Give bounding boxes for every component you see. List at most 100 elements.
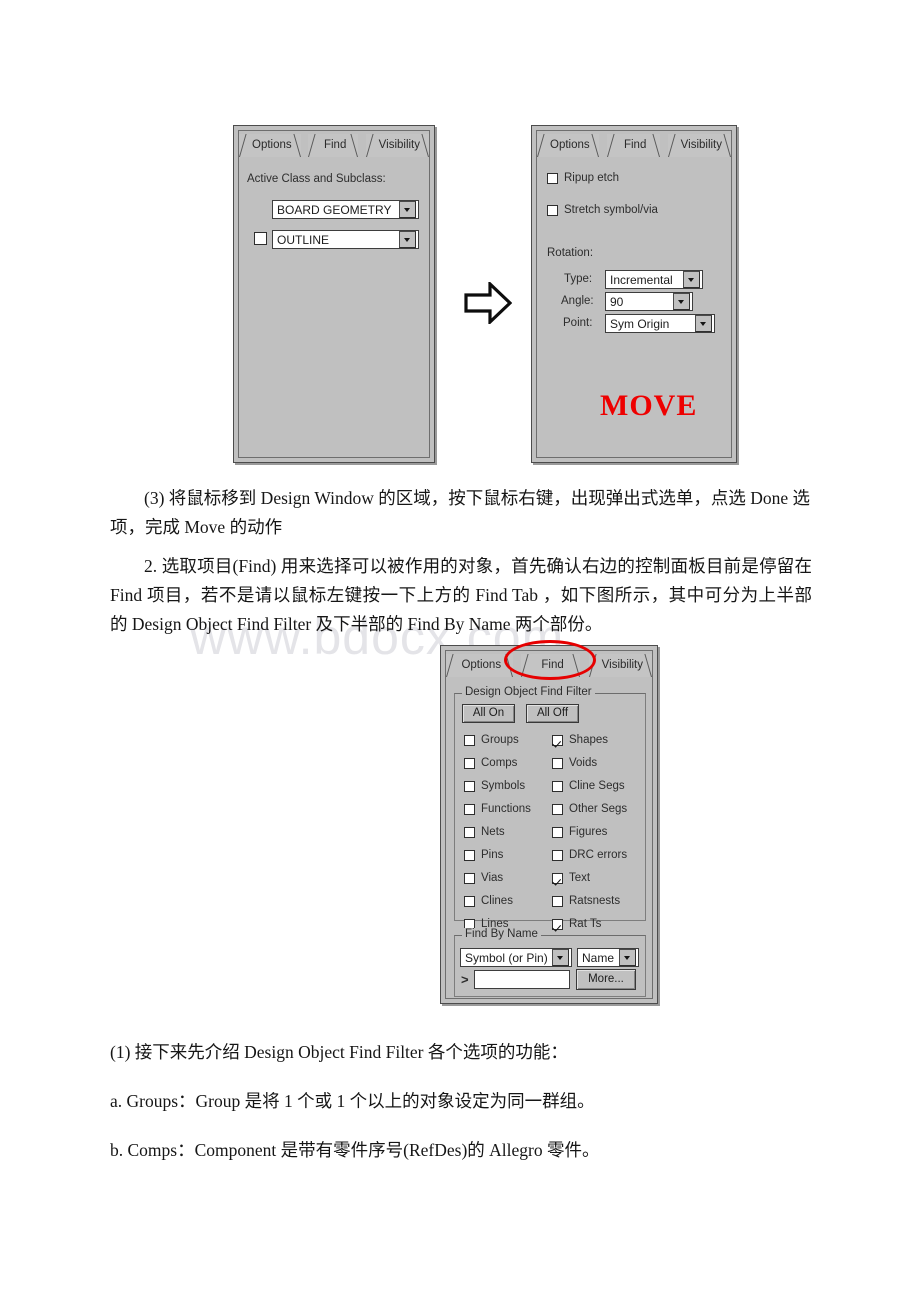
tab-options-label: Options bbox=[550, 139, 590, 151]
rotation-type-combo[interactable]: Incremental bbox=[605, 270, 703, 289]
tab-find[interactable]: Find bbox=[606, 134, 660, 157]
rotation-type-value: Incremental bbox=[610, 272, 673, 287]
find-by-name-input[interactable] bbox=[474, 970, 570, 989]
stretch-symbol-via-checkbox[interactable] bbox=[547, 205, 558, 216]
filter-other-segs-checkbox[interactable] bbox=[552, 804, 563, 815]
find-by-name-match-combo[interactable]: Name bbox=[577, 948, 639, 967]
rotation-point-label: Point: bbox=[563, 317, 593, 329]
rotation-point-value: Sym Origin bbox=[610, 316, 670, 331]
filter-symbols-label: Symbols bbox=[481, 780, 526, 792]
rotation-label: Rotation: bbox=[547, 247, 594, 259]
filter-ratsnests-label: Ratsnests bbox=[569, 895, 621, 907]
find-panel-inner: Options Find Visibility Design Object Fi… bbox=[445, 650, 653, 999]
filter-comps-checkbox[interactable] bbox=[464, 758, 475, 769]
rotation-point-combo[interactable]: Sym Origin bbox=[605, 314, 715, 333]
filter-vias-label: Vias bbox=[481, 872, 504, 884]
filter-text-label: Text bbox=[569, 872, 591, 884]
move-panel-tabstrip: Options Find Visibility bbox=[537, 131, 731, 157]
find-panel: Options Find Visibility Design Object Fi… bbox=[440, 645, 658, 1004]
active-class-combo[interactable]: BOARD GEOMETRY bbox=[272, 200, 419, 219]
ripup-etch-checkbox[interactable] bbox=[547, 173, 558, 184]
paragraph-find-intro: 2. 选取项目(Find) 用来选择可以被作用的对象，首先确认右边的控制面板目前… bbox=[110, 556, 812, 634]
filter-ratsnests-checkbox[interactable] bbox=[552, 896, 563, 907]
rotation-angle-value: 90 bbox=[610, 294, 624, 309]
filter-comps-label: Comps bbox=[481, 757, 518, 769]
filter-drc-errors-label: DRC errors bbox=[569, 849, 628, 861]
filter-pins-checkbox[interactable] bbox=[464, 850, 475, 861]
ripup-etch-label: Ripup etch bbox=[564, 172, 619, 184]
filter-cline-segs-checkbox[interactable] bbox=[552, 781, 563, 792]
filter-groups-label: Groups bbox=[481, 734, 519, 746]
filter-other-segs-label: Other Segs bbox=[569, 803, 628, 815]
more-button-label: More... bbox=[588, 973, 624, 985]
chevron-down-icon[interactable] bbox=[673, 293, 690, 310]
tab-separator bbox=[301, 134, 308, 157]
move-annotation-text: MOVE bbox=[600, 389, 698, 422]
filter-voids-checkbox[interactable] bbox=[552, 758, 563, 769]
filter-clines-checkbox[interactable] bbox=[464, 896, 475, 907]
chevron-down-icon[interactable] bbox=[683, 271, 700, 288]
rotation-angle-combo[interactable]: 90 bbox=[605, 292, 693, 311]
tab-options[interactable]: Options bbox=[537, 134, 599, 157]
tab-visibility[interactable]: Visibility bbox=[588, 654, 652, 677]
all-off-label: All Off bbox=[536, 707, 569, 719]
subclass-combo[interactable]: OUTLINE bbox=[272, 230, 419, 249]
filter-cline-segs-label: Cline Segs bbox=[569, 780, 625, 792]
paragraph-item-groups: a. Groups：Group 是将 1 个或 1 个以上的对象设定为同一群组。 bbox=[110, 1091, 595, 1111]
tab-visibility-label: Visibility bbox=[378, 139, 420, 151]
filter-drc-errors-checkbox[interactable] bbox=[552, 850, 563, 861]
filter-groups-checkbox[interactable] bbox=[464, 735, 475, 746]
find-by-name-type-combo[interactable]: Symbol (or Pin) bbox=[460, 948, 572, 967]
chevron-down-icon[interactable] bbox=[399, 231, 416, 248]
chevron-down-icon[interactable] bbox=[399, 201, 416, 218]
chevron-down-icon[interactable] bbox=[695, 315, 712, 332]
all-on-button[interactable]: All On bbox=[462, 704, 515, 723]
chevron-down-icon[interactable] bbox=[619, 949, 636, 966]
all-off-button[interactable]: All Off bbox=[526, 704, 579, 723]
tab-visibility[interactable]: Visibility bbox=[667, 134, 731, 157]
tab-options-label: Options bbox=[252, 139, 292, 151]
move-options-panel-inner: Options Find Visibility Ripup etch Stret… bbox=[536, 130, 732, 458]
find-by-name-group: Find By Name Symbol (or Pin) Name > More… bbox=[454, 928, 646, 997]
filter-functions-checkbox[interactable] bbox=[464, 804, 475, 815]
filter-shapes-label: Shapes bbox=[569, 734, 609, 746]
tab-visibility-label: Visibility bbox=[601, 659, 643, 671]
active-class-value: BOARD GEOMETRY bbox=[277, 202, 392, 217]
rotation-angle-label: Angle: bbox=[561, 295, 594, 307]
tab-visibility[interactable]: Visibility bbox=[365, 134, 429, 157]
paragraph-item-comps: b. Comps：Component 是带有零件序号(RefDes)的 Alle… bbox=[110, 1140, 600, 1160]
stretch-symbol-via-label: Stretch symbol/via bbox=[564, 204, 658, 216]
filter-shapes-checkbox[interactable] bbox=[552, 735, 563, 746]
all-on-label: All On bbox=[472, 707, 505, 719]
chevron-down-icon[interactable] bbox=[552, 949, 569, 966]
filter-nets-checkbox[interactable] bbox=[464, 827, 475, 838]
find-by-name-expander-icon[interactable]: > bbox=[461, 972, 469, 987]
move-options-panel: Options Find Visibility Ripup etch Stret… bbox=[531, 125, 737, 463]
filter-vias-checkbox[interactable] bbox=[464, 873, 475, 884]
tab-options[interactable]: Options bbox=[446, 654, 513, 677]
filter-rat-ts-label: Rat Ts bbox=[569, 918, 602, 930]
find-tab-highlight-ellipse bbox=[504, 640, 596, 680]
tab-separator bbox=[660, 134, 668, 157]
tab-separator bbox=[599, 134, 607, 157]
tab-options-label: Options bbox=[461, 659, 502, 671]
find-by-name-type-value: Symbol (or Pin) bbox=[465, 950, 548, 965]
filter-rat-ts-checkbox[interactable] bbox=[552, 919, 563, 930]
filter-clines-label: Clines bbox=[481, 895, 513, 907]
subclass-visibility-checkbox[interactable] bbox=[254, 232, 267, 245]
filter-voids-label: Voids bbox=[569, 757, 598, 769]
filter-figures-label: Figures bbox=[569, 826, 608, 838]
tab-find[interactable]: Find bbox=[308, 134, 359, 157]
active-class-label: Active Class and Subclass: bbox=[247, 173, 386, 185]
rotation-type-label: Type: bbox=[564, 273, 593, 285]
tab-find-label: Find bbox=[323, 139, 347, 151]
filter-functions-label: Functions bbox=[481, 803, 531, 815]
options-panel-inner: Options Find Visibility Active Class and… bbox=[238, 130, 430, 458]
tab-options[interactable]: Options bbox=[239, 134, 301, 157]
find-by-name-match-value: Name bbox=[582, 950, 615, 965]
filter-text-checkbox[interactable] bbox=[552, 873, 563, 884]
filter-figures-checkbox[interactable] bbox=[552, 827, 563, 838]
filter-symbols-checkbox[interactable] bbox=[464, 781, 475, 792]
tab-visibility-label: Visibility bbox=[680, 139, 722, 151]
more-button[interactable]: More... bbox=[576, 969, 636, 990]
